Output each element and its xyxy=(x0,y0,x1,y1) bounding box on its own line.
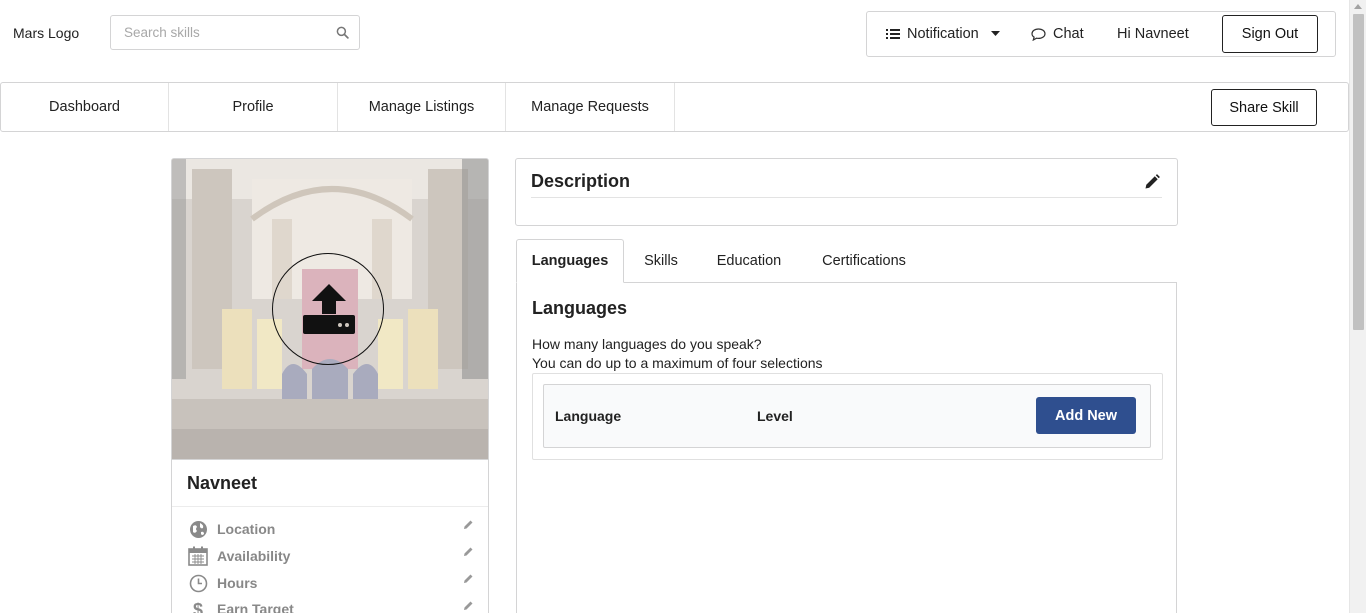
detail-earn-target: $ Earn Target xyxy=(188,598,294,613)
upload-icon xyxy=(303,284,355,334)
clock-icon xyxy=(188,573,208,593)
page-scrollbar[interactable] xyxy=(1349,0,1366,613)
profile-name: Navneet xyxy=(172,459,488,507)
nav-item-dashboard[interactable]: Dashboard xyxy=(1,83,169,131)
nav-item-manage-requests[interactable]: Manage Requests xyxy=(506,83,675,131)
tab-certifications[interactable]: Certifications xyxy=(812,239,916,283)
notification-label: Notification xyxy=(907,26,979,42)
search-icon[interactable] xyxy=(336,26,349,39)
add-new-language-button[interactable]: Add New xyxy=(1036,397,1136,434)
languages-table: Language Level Add New xyxy=(532,373,1163,460)
svg-text:$: $ xyxy=(193,600,203,613)
detail-earn-target-label: Earn Target xyxy=(217,601,294,613)
scrollbar-thumb[interactable] xyxy=(1353,14,1364,330)
edit-description-icon[interactable] xyxy=(1144,174,1160,190)
dollar-icon: $ xyxy=(188,599,208,613)
column-header-level: Level xyxy=(757,408,793,424)
profile-card: Navneet Location Availability Hours $ Ea… xyxy=(171,158,489,613)
caret-down-icon xyxy=(990,31,1000,36)
languages-panel: Languages How many languages do you spea… xyxy=(516,282,1177,613)
search-input[interactable] xyxy=(111,16,321,49)
globe-icon xyxy=(188,519,208,539)
nav-item-profile[interactable]: Profile xyxy=(169,83,338,131)
description-title: Description xyxy=(531,171,631,191)
detail-hours-label: Hours xyxy=(217,575,258,591)
chat-link[interactable]: Chat xyxy=(1031,12,1084,56)
detail-location: Location xyxy=(188,518,275,540)
tab-education[interactable]: Education xyxy=(709,239,789,283)
languages-question: How many languages do you speak? xyxy=(532,336,762,352)
list-icon xyxy=(886,29,900,39)
languages-limit-note: You can do up to a maximum of four selec… xyxy=(532,355,823,371)
edit-location-icon[interactable] xyxy=(462,519,474,531)
languages-heading: Languages xyxy=(532,298,628,318)
edit-hours-icon[interactable] xyxy=(462,573,474,585)
notification-dropdown[interactable]: Notification xyxy=(886,12,1000,56)
chat-bubble-icon xyxy=(1031,27,1046,41)
user-greeting[interactable]: Hi Navneet xyxy=(1117,12,1189,56)
tab-languages[interactable]: Languages xyxy=(516,239,624,283)
share-skill-button[interactable]: Share Skill xyxy=(1211,89,1317,126)
edit-earn-target-icon[interactable] xyxy=(462,600,474,612)
user-menu: Notification Chat Hi Navneet Sign Out xyxy=(866,11,1336,57)
detail-availability-label: Availability xyxy=(217,548,291,564)
scroll-up-arrow-icon[interactable] xyxy=(1354,4,1362,9)
tab-skills[interactable]: Skills xyxy=(631,239,691,283)
description-divider xyxy=(531,197,1162,198)
column-header-language: Language xyxy=(555,408,622,424)
description-card: Description xyxy=(515,158,1178,226)
detail-location-label: Location xyxy=(217,521,276,537)
edit-availability-icon[interactable] xyxy=(462,546,474,558)
detail-availability: Availability xyxy=(188,545,290,567)
chat-label: Chat xyxy=(1053,26,1084,42)
logo[interactable]: Mars Logo xyxy=(13,25,79,41)
detail-hours: Hours xyxy=(188,572,257,594)
search-box[interactable] xyxy=(110,15,360,50)
nav-item-manage-listings[interactable]: Manage Listings xyxy=(338,83,506,131)
languages-table-header: Language Level Add New xyxy=(543,384,1151,448)
calendar-icon xyxy=(188,546,208,566)
sign-out-button[interactable]: Sign Out xyxy=(1222,15,1318,53)
main-nav: Dashboard Profile Manage Listings Manage… xyxy=(0,82,1349,132)
profile-photo[interactable] xyxy=(172,159,488,459)
